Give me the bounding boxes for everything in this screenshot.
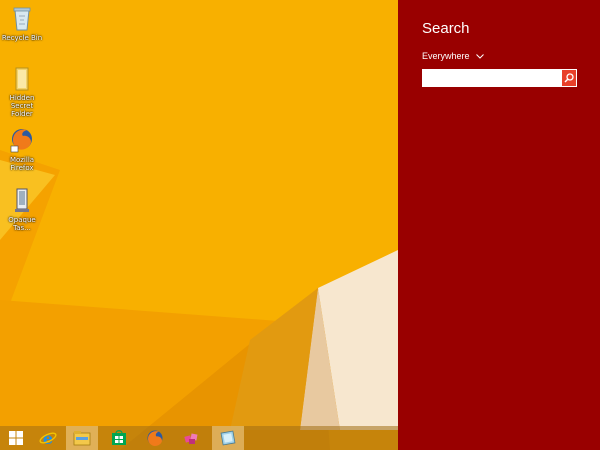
app-icon [184, 433, 198, 444]
taskbar-file-explorer[interactable] [66, 426, 98, 450]
file-explorer-icon [73, 431, 91, 446]
desktop-icon-label: Recycle Bin [1, 34, 43, 42]
search-box [422, 69, 577, 87]
firefox-icon [147, 430, 163, 446]
search-scope-dropdown[interactable]: Everywhere [422, 51, 484, 61]
taskbar: e [0, 426, 398, 450]
taskbar-firefox[interactable] [139, 426, 171, 450]
svg-text:e: e [43, 429, 53, 447]
store-icon [112, 430, 126, 445]
taskbar-internet-explorer[interactable]: e [32, 426, 64, 450]
recycle-bin-icon [13, 7, 31, 31]
opaque-taskbar-icon [220, 430, 236, 446]
search-charm-panel: Search Everywhere [398, 0, 600, 450]
chevron-down-icon [475, 53, 484, 59]
opaque-taskbar-icon [15, 188, 29, 212]
desktop-icon-label: Hidden Secret Folder [9, 94, 35, 118]
desktop-icon-label: Mozilla Firefox [9, 156, 35, 172]
taskbar-opaque-taskbar[interactable] [212, 426, 244, 450]
search-input[interactable] [422, 70, 562, 86]
taskbar-start-button[interactable] [0, 426, 32, 450]
folder-icon [15, 67, 29, 91]
search-charm-title: Search [422, 20, 470, 37]
desktop-icon-recycle-bin[interactable]: Recycle Bin [0, 4, 44, 42]
desktop-icon-hidden-secret-folder[interactable]: Hidden Secret Folder [0, 64, 44, 118]
desktop-icon-mozilla-firefox[interactable]: Mozilla Firefox [0, 126, 44, 172]
windows-start-icon [9, 431, 23, 445]
wallpaper [0, 0, 398, 450]
desktop-icon-label: Opaque Tas... [8, 216, 36, 232]
desktop-icon-opaque-taskbar[interactable]: Opaque Tas... [0, 186, 44, 232]
search-scope-label: Everywhere [422, 51, 470, 61]
desktop: Recycle Bin Hidden Secret Folder Mozilla… [0, 0, 398, 450]
search-icon [564, 73, 574, 83]
search-button[interactable] [562, 70, 576, 86]
taskbar-app[interactable] [176, 426, 208, 450]
taskbar-store[interactable] [103, 426, 135, 450]
internet-explorer-icon: e [39, 429, 57, 447]
firefox-icon [10, 129, 32, 153]
